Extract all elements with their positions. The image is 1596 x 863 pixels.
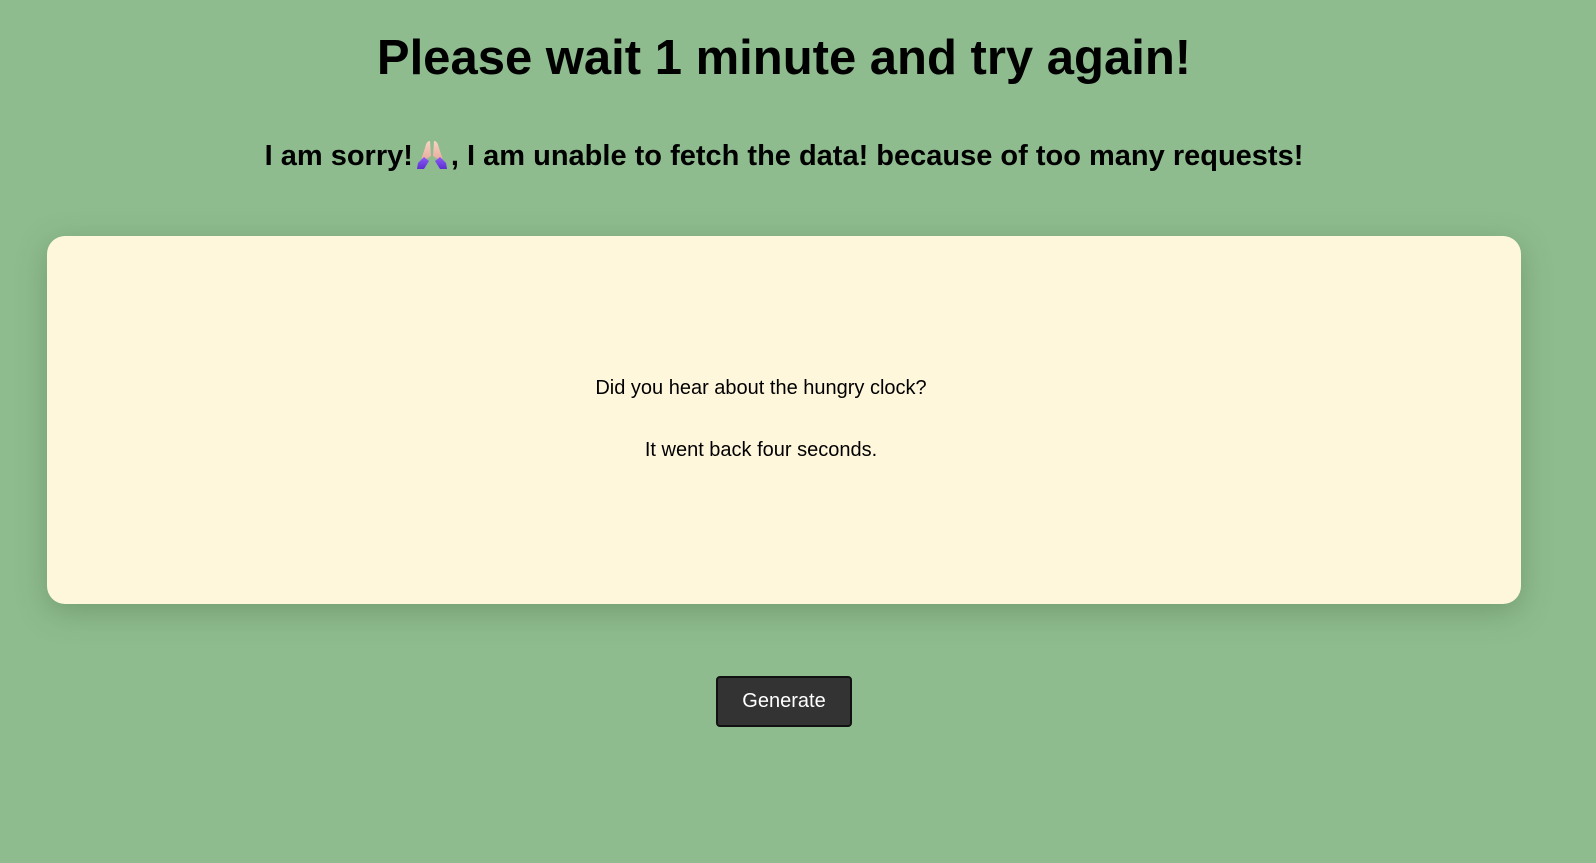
joke-punchline: It went back four seconds. [644, 439, 878, 461]
page: Please wait 1 minute and try again! I am… [0, 0, 1596, 863]
error-message-prefix: I am sorry! [264, 140, 413, 172]
generate-button[interactable]: Generate [716, 676, 852, 727]
error-message-suffix: , I am unable to fetch the data! because… [450, 140, 1304, 172]
joke-card [47, 236, 1521, 604]
folded-hands-icon [415, 139, 449, 171]
joke-setup: Did you hear about the hungry clock? [595, 377, 927, 399]
page-title: Please wait 1 minute and try again! [376, 31, 1192, 85]
error-message: I am sorry! , I am unable to fetch the d… [0, 136, 1568, 176]
